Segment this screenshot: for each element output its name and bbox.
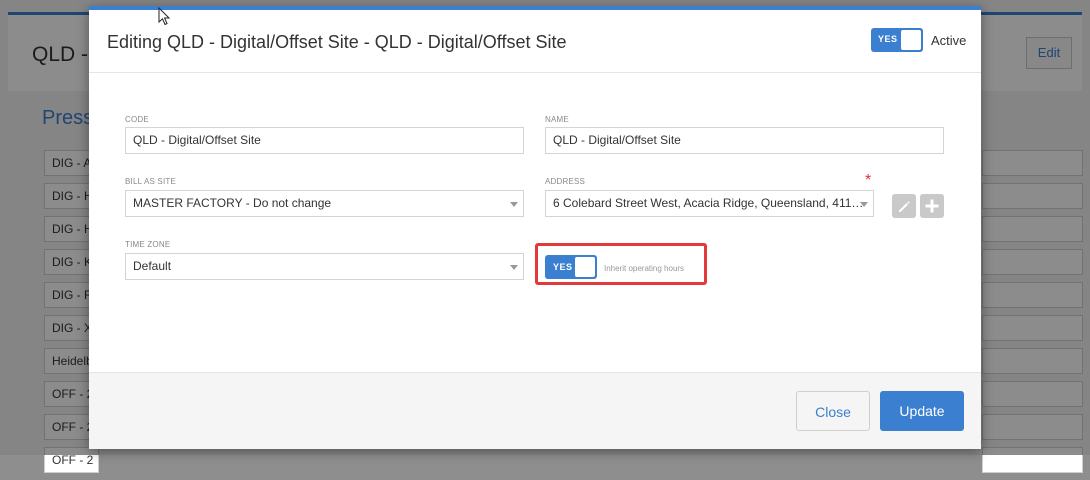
name-label: NAME (545, 115, 569, 124)
plus-icon (925, 199, 939, 213)
bill-as-site-label: BILL AS SITE (125, 177, 177, 186)
required-asterisk: * (865, 172, 872, 189)
name-input[interactable]: QLD - Digital/Offset Site (545, 127, 944, 154)
inherit-operating-hours-label: Inherit operating hours (604, 264, 685, 273)
update-button[interactable]: Update (880, 391, 964, 431)
modal-title: Editing QLD - Digital/Offset Site - QLD … (107, 32, 567, 52)
modal-header: Editing QLD - Digital/Offset Site - QLD … (89, 10, 981, 73)
edit-address-button[interactable] (892, 194, 916, 218)
address-select[interactable]: 6 Colebard Street West, Acacia Ridge, Qu… (545, 190, 874, 217)
address-label: ADDRESS (545, 177, 586, 186)
toggle-knob (901, 30, 921, 50)
pencil-icon (899, 201, 910, 212)
active-toggle-text: YES (878, 34, 898, 44)
code-label: CODE (125, 115, 149, 124)
active-label: Active (931, 33, 967, 48)
time-zone-value: Default (133, 259, 172, 273)
bill-as-site-value: MASTER FACTORY - Do not change (133, 196, 332, 210)
chevron-down-icon (510, 202, 518, 207)
bill-as-site-select[interactable]: MASTER FACTORY - Do not change (125, 190, 524, 217)
edit-site-modal: Editing QLD - Digital/Offset Site - QLD … (89, 6, 981, 449)
code-input[interactable]: QLD - Digital/Offset Site (125, 127, 524, 154)
close-button[interactable]: Close (796, 391, 870, 431)
time-zone-label: TIME ZONE (125, 240, 171, 249)
chevron-down-icon (510, 265, 518, 270)
chevron-down-icon (860, 202, 868, 207)
mouse-cursor-icon (158, 7, 171, 26)
inherit-operating-hours-toggle[interactable]: YES (545, 255, 597, 279)
active-toggle[interactable]: YES (871, 28, 923, 52)
toggle-knob (575, 257, 595, 277)
address-value: 6 Colebard Street West, Acacia Ridge, Qu… (553, 196, 864, 210)
inherit-toggle-text: YES (553, 262, 573, 272)
time-zone-select[interactable]: Default (125, 253, 524, 280)
modal-footer: Close Update (89, 372, 981, 449)
add-address-button[interactable] (920, 194, 944, 218)
